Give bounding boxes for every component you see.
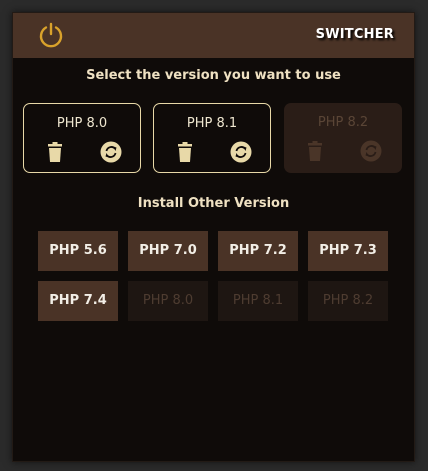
version-card-php-8-1: PHP 8.1: [153, 103, 271, 173]
version-card-label: PHP 8.2: [317, 115, 369, 130]
trash-icon[interactable]: [174, 141, 196, 163]
switcher-window: SWITCHER Select the version you want to …: [12, 12, 415, 462]
power-icon[interactable]: [37, 21, 65, 49]
trash-icon[interactable]: [44, 141, 66, 163]
version-card-label: PHP 8.1: [186, 116, 238, 131]
refresh-icon[interactable]: [230, 141, 252, 163]
install-php-7-2-button[interactable]: PHP 7.2: [218, 231, 298, 271]
install-php-5-6-button[interactable]: PHP 5.6: [38, 231, 118, 271]
install-php-7-4-button[interactable]: PHP 7.4: [38, 281, 118, 321]
install-php-7-0-button[interactable]: PHP 7.0: [128, 231, 208, 271]
trash-icon: [308, 141, 322, 161]
refresh-icon[interactable]: [100, 141, 122, 163]
version-card-php-8-2: PHP 8.2: [284, 103, 402, 173]
version-card-label: PHP 8.0: [56, 116, 108, 131]
active-section-title: Select the version you want to use: [86, 68, 341, 83]
app-brand: SWITCHER: [315, 27, 394, 42]
install-php-8-2-button: PHP 8.2: [308, 281, 388, 321]
install-php-8-0-button: PHP 8.0: [128, 281, 208, 321]
install-php-7-3-button[interactable]: PHP 7.3: [308, 231, 388, 271]
version-card-php-8-0: PHP 8.0: [23, 103, 141, 173]
header-bar: SWITCHER: [13, 13, 414, 58]
install-php-8-1-button: PHP 8.1: [218, 281, 298, 321]
install-section-title: Install Other Version: [137, 196, 290, 211]
refresh-icon: [360, 140, 382, 162]
